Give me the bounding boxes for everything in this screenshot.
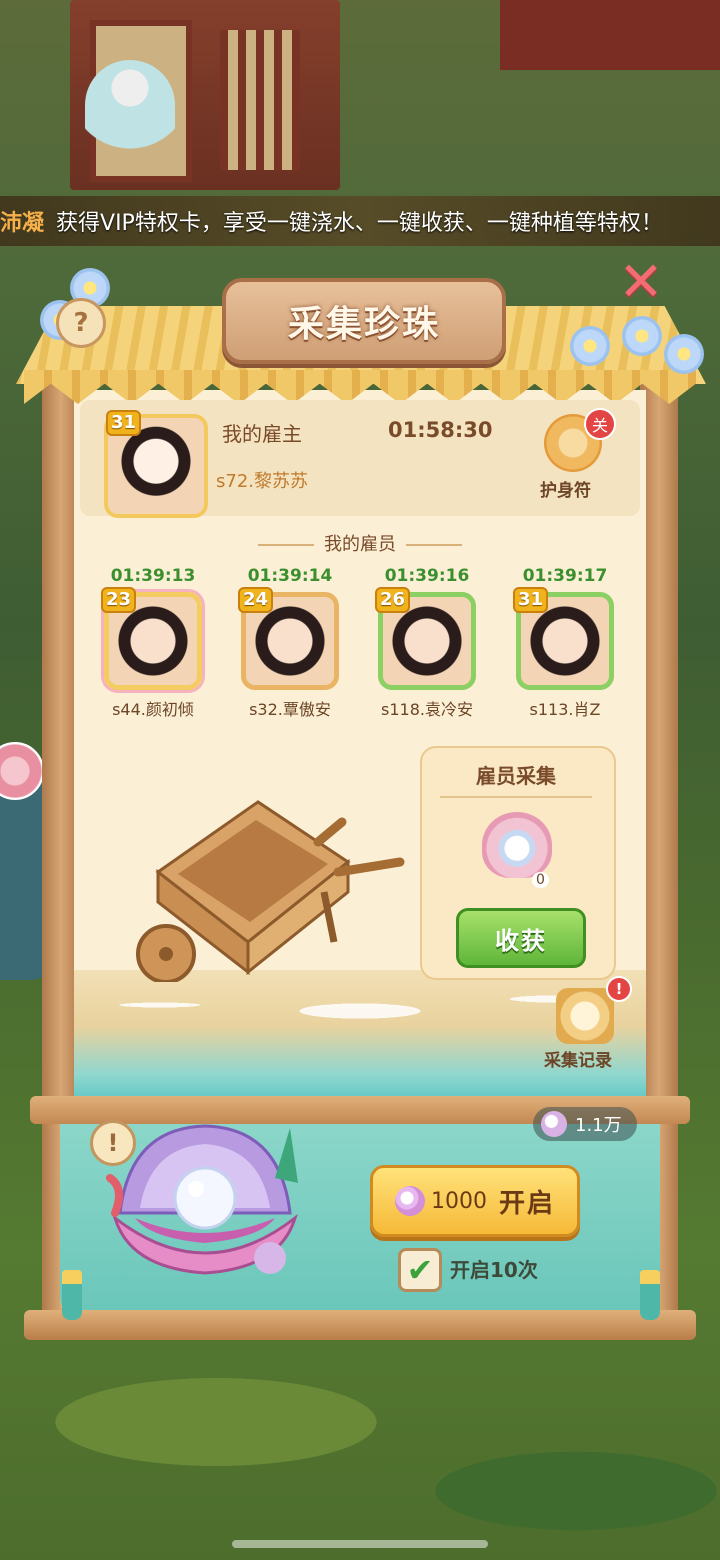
employee-card[interactable]: 01:39:14 24 s32.覃傲安: [235, 566, 345, 720]
help-button[interactable]: ?: [56, 298, 106, 348]
employee-card[interactable]: 01:39:16 26 s118.袁冷安: [372, 566, 482, 720]
employee-level-badge: 24: [238, 587, 274, 613]
open-10-times-checkbox[interactable]: ✔: [398, 1248, 442, 1292]
announcement-marquee: 沛凝 获得VIP特权卡，享受一键浇水、一键收获、一键种植等特权！: [0, 196, 720, 246]
info-button[interactable]: !: [90, 1120, 136, 1166]
employer-name: s72.黎苏苏: [216, 471, 309, 492]
employee-level-badge: 31: [513, 587, 549, 613]
divider: [440, 796, 592, 798]
employee-name: s118.袁冷安: [381, 700, 473, 719]
employer-level-badge: 31: [106, 410, 142, 436]
open-label: 开启: [498, 1188, 555, 1219]
marquee-player-name: 沛凝: [0, 211, 45, 236]
employee-card[interactable]: 01:39:17 31 s113.肖Z: [510, 566, 620, 720]
employee-level-badge: 23: [101, 587, 137, 613]
background-character: [85, 60, 175, 200]
background-building-right: [500, 0, 720, 70]
flower-decoration: [570, 326, 610, 366]
record-alert-badge: !: [606, 976, 632, 1002]
employee-timer: 01:39:16: [384, 566, 470, 586]
open-10-times-label[interactable]: 开启10次: [450, 1254, 538, 1283]
bottom-base: [24, 1310, 696, 1340]
pearl-icon: [541, 1111, 567, 1137]
marquee-message: 获得VIP特权卡，享受一键浇水、一键收获、一键种植等特权！: [56, 211, 663, 236]
employee-name: s32.覃傲安: [249, 700, 331, 719]
employee-name: s113.肖Z: [529, 700, 601, 719]
employee-timer: 01:39:14: [247, 566, 333, 586]
background-ground: [0, 1330, 720, 1560]
employee-timer: 01:39:17: [522, 566, 608, 586]
pearl-balance: 1.1万: [533, 1107, 637, 1141]
amulet-label: 护身符: [540, 481, 591, 501]
collect-record-label[interactable]: 采集记录: [544, 1046, 612, 1071]
employee-avatar[interactable]: 23: [101, 587, 202, 690]
title-plaque: 采集珍珠: [222, 278, 506, 364]
harvest-button[interactable]: 收获: [456, 908, 586, 968]
pearl-shell-icon: [482, 812, 552, 878]
employee-name: s44.颜初倾: [112, 700, 194, 719]
employee-avatar[interactable]: 26: [375, 587, 476, 690]
employer-label: 我的雇主: [222, 422, 302, 446]
wheelbarrow-icon: [136, 800, 405, 982]
collected-count: 0: [532, 872, 549, 888]
flower-decoration: [664, 334, 704, 374]
flower-decoration: [622, 316, 662, 356]
pearl-icon: [394, 1186, 425, 1216]
tassel-left: [62, 1270, 82, 1320]
amulet-badge: 关: [584, 408, 616, 440]
open-clam-button[interactable]: 1000 开启: [370, 1165, 580, 1237]
employees-header: 我的雇员: [230, 530, 490, 556]
employer-timer: 01:58:30: [388, 418, 493, 442]
pearl-balance-value: 1.1万: [575, 1115, 622, 1136]
employee-level-badge: 26: [375, 587, 411, 613]
page-title: 采集珍珠: [287, 303, 440, 345]
collect-record-icon[interactable]: [556, 988, 614, 1044]
home-indicator[interactable]: [232, 1540, 488, 1548]
employee-collect-title: 雇员采集: [476, 764, 556, 788]
tassel-right: [640, 1270, 660, 1320]
employee-timer: 01:39:13: [110, 566, 196, 586]
employee-avatar[interactable]: 31: [513, 587, 614, 690]
employee-card[interactable]: 01:39:13 23 s44.颜初倾: [98, 566, 208, 720]
open-cost: 1000: [430, 1188, 487, 1214]
close-button[interactable]: ✕: [616, 250, 666, 313]
employee-avatar[interactable]: 24: [238, 587, 339, 690]
